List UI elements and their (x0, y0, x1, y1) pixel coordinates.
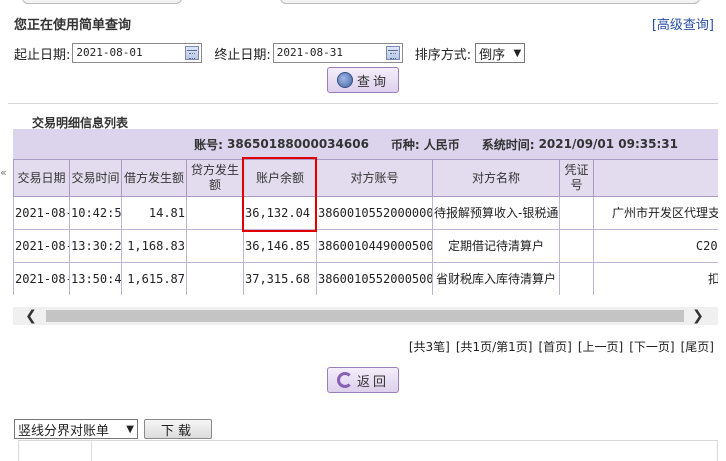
cell-extra: 广州市开发区代理支库 (593, 196, 718, 230)
col-header-extra[interactable] (593, 159, 718, 197)
end-date-input[interactable]: 2021-08-31 (272, 43, 403, 63)
cell-debit: 1,168.83 (121, 229, 187, 263)
cell-debit: 14.81 (121, 196, 187, 230)
pager-last-link[interactable]: [尾页] (681, 338, 714, 355)
scroll-left-icon[interactable]: ❮ (21, 307, 41, 325)
query-button-label: 查询 (356, 74, 389, 90)
top-frame-fragment (280, 0, 700, 4)
calendar-icon[interactable] (185, 46, 200, 60)
cell-credit (186, 229, 244, 263)
cell-voucher (559, 262, 594, 295)
col-header-counter-name[interactable]: 对方名称 (432, 159, 560, 197)
end-date-label: 终止日期: (214, 47, 271, 63)
transaction-grid: 账号: 38650188000034606 币种: 人民币 系统时间: 2021… (13, 129, 718, 295)
account-value: 38650188000034606 (226, 137, 369, 151)
filter-row: 起止日期: 2021-08-01 终止日期: 2021-08-31 排序方式: … (14, 42, 526, 64)
start-date-label: 起止日期: (14, 47, 71, 63)
start-date-input[interactable]: 2021-08-01 (72, 43, 203, 63)
col-header-counter-account[interactable]: 对方账号 (316, 159, 433, 197)
statement-format-select[interactable]: 竖线分界对账单 ▼ (14, 419, 138, 439)
start-date-value: 2021-08-01 (76, 46, 143, 59)
sort-label: 排序方式: (414, 47, 472, 63)
cell-debit: 1,615.87 (121, 262, 187, 295)
page-title: 您正在使用简单查询 (14, 18, 132, 33)
col-header-voucher[interactable]: 凭证号 (559, 159, 594, 197)
cell-time: 10:42:55 (69, 196, 122, 230)
currency-value: 人民币 (423, 137, 460, 152)
cell-counter-account: 38600105520005001 (316, 262, 433, 295)
cell-voucher (559, 196, 594, 230)
system-time-label: 系统时间: (481, 137, 535, 152)
col-header-debit[interactable]: 借方发生额 (121, 159, 187, 197)
download-button-label: 下载 (160, 423, 195, 439)
table-row[interactable]: 2021-08-09 13:30:25 1,168.83 36,146.85 3… (13, 229, 718, 263)
pager-pages: [共1页/第1页] (455, 340, 533, 354)
cell-date: 2021-08-11 (13, 196, 70, 230)
back-button[interactable]: 返回 (327, 367, 399, 393)
cell-time: 13:50:47 (69, 262, 122, 295)
download-row: 竖线分界对账单 ▼ 下载 (14, 419, 212, 439)
col-header-date[interactable]: 交易日期 (13, 159, 70, 197)
pager-total: [共3笔] (408, 340, 450, 354)
back-button-label: 返回 (356, 374, 389, 390)
chevron-down-icon: ▼ (126, 423, 134, 435)
download-button[interactable]: 下载 (144, 419, 212, 439)
col-header-credit[interactable]: 贷方发生额 (186, 159, 244, 197)
col-header-time[interactable]: 交易时间 (69, 159, 122, 197)
cell-credit (186, 196, 244, 230)
scrollbar-thumb[interactable] (46, 310, 684, 322)
cell-date: 2021-08-09 (13, 229, 70, 263)
sort-select-value: 倒序 (479, 47, 506, 63)
cell-extra: C2005 (593, 229, 718, 263)
pager-prev-link[interactable]: [上一页] (578, 338, 623, 355)
statement-format-value: 竖线分界对账单 (18, 423, 110, 439)
cell-counter-name: 省财税库入库待清算户 (432, 262, 560, 295)
top-tab-fragment (22, 0, 182, 4)
end-date-value: 2021-08-31 (276, 46, 344, 59)
bottom-frame (18, 440, 718, 461)
calendar-icon[interactable] (385, 46, 400, 60)
pager-first-link[interactable]: [首页] (539, 338, 572, 355)
cell-extra: 扣税 (593, 262, 718, 295)
divider (8, 103, 718, 104)
horizontal-scrollbar[interactable]: ❮ ❯ (13, 307, 718, 325)
sort-select[interactable]: 倒序 ▼ (475, 43, 526, 63)
account-info-bar: 账号: 38650188000034606 币种: 人民币 系统时间: 2021… (13, 129, 718, 159)
table-header-row: 交易日期 交易时间 借方发生额 贷方发生额 账户余额 对方账号 对方名称 凭证号 (13, 159, 718, 197)
account-label: 账号: (194, 137, 223, 152)
cell-credit (186, 262, 244, 295)
table-row[interactable]: 2021-08-11 10:42:55 14.81 36,132.04 3860… (13, 196, 718, 230)
cell-balance: 36,146.85 (243, 229, 317, 263)
currency-label: 币种: (390, 137, 420, 152)
collapse-arrow-icon[interactable]: « (0, 166, 7, 179)
cell-balance: 37,315.68 (243, 262, 317, 295)
pager: [共3笔] [共1页/第1页] [首页] [上一页] [下一页] [尾页] (409, 338, 714, 355)
balance-highlight-box (242, 157, 317, 232)
chevron-down-icon: ▼ (513, 47, 522, 59)
cell-counter-name: 定期借记待清算户 (432, 229, 560, 263)
table-row[interactable]: 2021-08-06 13:50:47 1,615.87 37,315.68 3… (13, 262, 718, 295)
scroll-right-icon[interactable]: ❯ (688, 307, 708, 325)
globe-search-icon (336, 72, 353, 88)
cell-voucher (559, 229, 594, 263)
cell-counter-name: 待报解预算收入-银税通 (432, 196, 560, 230)
top-strip (0, 0, 726, 6)
transaction-table: 交易日期 交易时间 借方发生额 贷方发生额 账户余额 对方账号 对方名称 凭证号… (13, 159, 718, 295)
pager-next-link[interactable]: [下一页] (629, 338, 674, 355)
cell-counter-account: 38600104490005000 (316, 229, 433, 263)
query-button[interactable]: 查询 (327, 67, 399, 93)
cell-counter-account: 38600105520000001 (316, 196, 433, 230)
advanced-query-link[interactable]: [高级查询] (652, 14, 714, 33)
system-time-value: 2021/09/01 09:35:31 (538, 137, 678, 151)
return-icon (336, 372, 353, 388)
cell-date: 2021-08-06 (13, 262, 70, 295)
cell-time: 13:30:25 (69, 229, 122, 263)
